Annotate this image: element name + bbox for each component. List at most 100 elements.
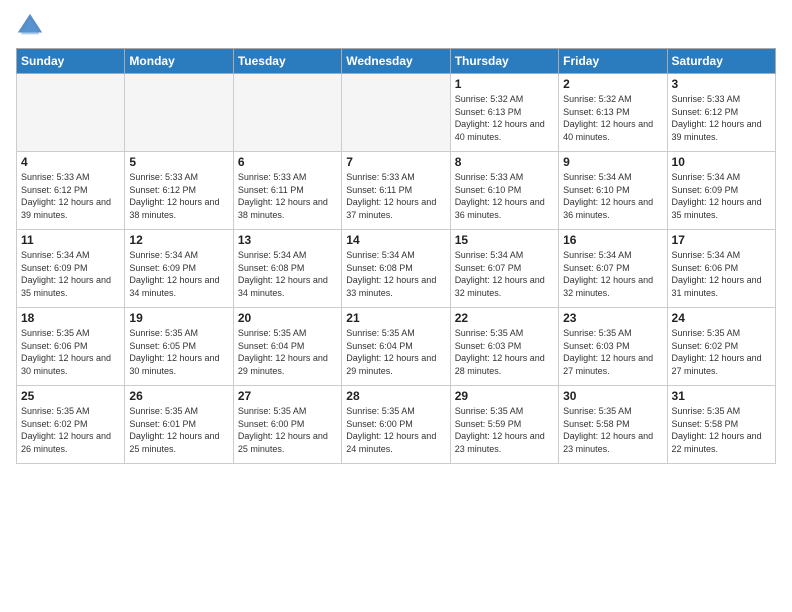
day-number: 18 xyxy=(21,311,120,325)
day-info: Sunrise: 5:35 AM Sunset: 6:04 PM Dayligh… xyxy=(238,327,337,377)
calendar-cell: 2Sunrise: 5:32 AM Sunset: 6:13 PM Daylig… xyxy=(559,74,667,152)
calendar-cell: 22 Sunrise: 5:35 AM Sunset: 6:03 PM Dayli… xyxy=(450,308,558,386)
day-info: Sunrise: 5:35 AM Sunset: 5:58 PM Dayligh… xyxy=(672,405,771,455)
calendar-cell: 15 Sunrise: 5:34 AM Sunset: 6:07 PM Dayli… xyxy=(450,230,558,308)
calendar-cell: 16 Sunrise: 5:34 AM Sunset: 6:07 PM Dayli… xyxy=(559,230,667,308)
day-info: Sunrise: 5:34 AM Sunset: 6:09 PM Dayligh… xyxy=(21,249,120,299)
weekday-header: Friday xyxy=(559,49,667,74)
calendar-cell: 10 Sunrise: 5:34 AM Sunset: 6:09 PM Dayli… xyxy=(667,152,775,230)
day-info: Sunrise: 5:33 AM Sunset: 6:11 PM Dayligh… xyxy=(238,171,337,221)
calendar-week: 4 Sunrise: 5:33 AM Sunset: 6:12 PM Daylig… xyxy=(17,152,776,230)
day-info: Sunrise: 5:34 AM Sunset: 6:08 PM Dayligh… xyxy=(346,249,445,299)
calendar-cell: 31 Sunrise: 5:35 AM Sunset: 5:58 PM Dayli… xyxy=(667,386,775,464)
calendar-week: 1Sunrise: 5:32 AM Sunset: 6:13 PM Daylig… xyxy=(17,74,776,152)
day-info: Sunrise: 5:35 AM Sunset: 6:05 PM Dayligh… xyxy=(129,327,228,377)
day-info: Sunrise: 5:35 AM Sunset: 6:01 PM Dayligh… xyxy=(129,405,228,455)
day-number: 10 xyxy=(672,155,771,169)
day-number: 30 xyxy=(563,389,662,403)
day-number: 22 xyxy=(455,311,554,325)
day-number: 27 xyxy=(238,389,337,403)
day-info: Sunrise: 5:34 AM Sunset: 6:09 PM Dayligh… xyxy=(672,171,771,221)
day-number: 31 xyxy=(672,389,771,403)
weekday-header: Thursday xyxy=(450,49,558,74)
calendar-cell: 30 Sunrise: 5:35 AM Sunset: 5:58 PM Dayli… xyxy=(559,386,667,464)
day-info: Sunrise: 5:34 AM Sunset: 6:08 PM Dayligh… xyxy=(238,249,337,299)
day-number: 8 xyxy=(455,155,554,169)
calendar-cell: 17Sunrise: 5:34 AM Sunset: 6:06 PM Dayli… xyxy=(667,230,775,308)
day-number: 16 xyxy=(563,233,662,247)
calendar-cell: 1Sunrise: 5:32 AM Sunset: 6:13 PM Daylig… xyxy=(450,74,558,152)
calendar-cell: 6Sunrise: 5:33 AM Sunset: 6:11 PM Daylig… xyxy=(233,152,341,230)
weekday-header: Wednesday xyxy=(342,49,450,74)
calendar-cell: 4 Sunrise: 5:33 AM Sunset: 6:12 PM Daylig… xyxy=(17,152,125,230)
day-number: 17 xyxy=(672,233,771,247)
day-number: 29 xyxy=(455,389,554,403)
calendar-cell xyxy=(342,74,450,152)
calendar-cell xyxy=(17,74,125,152)
weekday-header: Sunday xyxy=(17,49,125,74)
calendar-cell: 13 Sunrise: 5:34 AM Sunset: 6:08 PM Dayli… xyxy=(233,230,341,308)
day-number: 12 xyxy=(129,233,228,247)
day-number: 9 xyxy=(563,155,662,169)
calendar-cell: 8 Sunrise: 5:33 AM Sunset: 6:10 PM Daylig… xyxy=(450,152,558,230)
day-number: 24 xyxy=(672,311,771,325)
calendar-week: 11 Sunrise: 5:34 AM Sunset: 6:09 PM Dayli… xyxy=(17,230,776,308)
day-number: 21 xyxy=(346,311,445,325)
day-number: 13 xyxy=(238,233,337,247)
day-info: Sunrise: 5:33 AM Sunset: 6:12 PM Dayligh… xyxy=(129,171,228,221)
calendar-cell: 3Sunrise: 5:33 AM Sunset: 6:12 PM Daylig… xyxy=(667,74,775,152)
calendar-cell: 12 Sunrise: 5:34 AM Sunset: 6:09 PM Dayli… xyxy=(125,230,233,308)
day-info: Sunrise: 5:35 AM Sunset: 6:04 PM Dayligh… xyxy=(346,327,445,377)
calendar-week: 25Sunrise: 5:35 AM Sunset: 6:02 PM Dayli… xyxy=(17,386,776,464)
day-info: Sunrise: 5:32 AM Sunset: 6:13 PM Dayligh… xyxy=(455,93,554,143)
calendar-cell: 11 Sunrise: 5:34 AM Sunset: 6:09 PM Dayli… xyxy=(17,230,125,308)
day-number: 14 xyxy=(346,233,445,247)
day-info: Sunrise: 5:33 AM Sunset: 6:10 PM Dayligh… xyxy=(455,171,554,221)
day-number: 23 xyxy=(563,311,662,325)
day-info: Sunrise: 5:35 AM Sunset: 6:06 PM Dayligh… xyxy=(21,327,120,377)
calendar-cell: 20Sunrise: 5:35 AM Sunset: 6:04 PM Dayli… xyxy=(233,308,341,386)
calendar-cell: 28Sunrise: 5:35 AM Sunset: 6:00 PM Dayli… xyxy=(342,386,450,464)
calendar-cell: 29 Sunrise: 5:35 AM Sunset: 5:59 PM Dayli… xyxy=(450,386,558,464)
calendar-cell: 25Sunrise: 5:35 AM Sunset: 6:02 PM Dayli… xyxy=(17,386,125,464)
calendar-cell: 26 Sunrise: 5:35 AM Sunset: 6:01 PM Dayli… xyxy=(125,386,233,464)
calendar-cell: 24 Sunrise: 5:35 AM Sunset: 6:02 PM Dayli… xyxy=(667,308,775,386)
calendar-cell: 14 Sunrise: 5:34 AM Sunset: 6:08 PM Dayli… xyxy=(342,230,450,308)
day-info: Sunrise: 5:35 AM Sunset: 5:58 PM Dayligh… xyxy=(563,405,662,455)
calendar-cell: 21 Sunrise: 5:35 AM Sunset: 6:04 PM Dayli… xyxy=(342,308,450,386)
calendar-cell: 7 Sunrise: 5:33 AM Sunset: 6:11 PM Daylig… xyxy=(342,152,450,230)
weekday-header: Tuesday xyxy=(233,49,341,74)
header-row: SundayMondayTuesdayWednesdayThursdayFrid… xyxy=(17,49,776,74)
calendar-cell: 27 Sunrise: 5:35 AM Sunset: 6:00 PM Dayli… xyxy=(233,386,341,464)
day-info: Sunrise: 5:35 AM Sunset: 6:00 PM Dayligh… xyxy=(238,405,337,455)
day-info: Sunrise: 5:35 AM Sunset: 5:59 PM Dayligh… xyxy=(455,405,554,455)
day-info: Sunrise: 5:33 AM Sunset: 6:12 PM Dayligh… xyxy=(672,93,771,143)
day-number: 4 xyxy=(21,155,120,169)
calendar-cell xyxy=(125,74,233,152)
day-number: 26 xyxy=(129,389,228,403)
calendar-cell: 23 Sunrise: 5:35 AM Sunset: 6:03 PM Dayli… xyxy=(559,308,667,386)
day-info: Sunrise: 5:34 AM Sunset: 6:07 PM Dayligh… xyxy=(455,249,554,299)
day-number: 2 xyxy=(563,77,662,91)
weekday-header: Monday xyxy=(125,49,233,74)
logo xyxy=(16,12,48,40)
day-number: 15 xyxy=(455,233,554,247)
calendar-cell: 5Sunrise: 5:33 AM Sunset: 6:12 PM Daylig… xyxy=(125,152,233,230)
calendar-cell: 18 Sunrise: 5:35 AM Sunset: 6:06 PM Dayli… xyxy=(17,308,125,386)
day-info: Sunrise: 5:35 AM Sunset: 6:03 PM Dayligh… xyxy=(455,327,554,377)
day-info: Sunrise: 5:33 AM Sunset: 6:12 PM Dayligh… xyxy=(21,171,120,221)
day-number: 7 xyxy=(346,155,445,169)
calendar-cell xyxy=(233,74,341,152)
header xyxy=(16,12,776,40)
day-info: Sunrise: 5:33 AM Sunset: 6:11 PM Dayligh… xyxy=(346,171,445,221)
day-info: Sunrise: 5:35 AM Sunset: 6:02 PM Dayligh… xyxy=(672,327,771,377)
day-info: Sunrise: 5:34 AM Sunset: 6:07 PM Dayligh… xyxy=(563,249,662,299)
day-info: Sunrise: 5:34 AM Sunset: 6:09 PM Dayligh… xyxy=(129,249,228,299)
page-container: SundayMondayTuesdayWednesdayThursdayFrid… xyxy=(0,0,792,476)
day-info: Sunrise: 5:35 AM Sunset: 6:03 PM Dayligh… xyxy=(563,327,662,377)
calendar-cell: 19Sunrise: 5:35 AM Sunset: 6:05 PM Dayli… xyxy=(125,308,233,386)
calendar-week: 18 Sunrise: 5:35 AM Sunset: 6:06 PM Dayli… xyxy=(17,308,776,386)
logo-icon xyxy=(16,12,44,40)
day-number: 11 xyxy=(21,233,120,247)
day-info: Sunrise: 5:34 AM Sunset: 6:10 PM Dayligh… xyxy=(563,171,662,221)
